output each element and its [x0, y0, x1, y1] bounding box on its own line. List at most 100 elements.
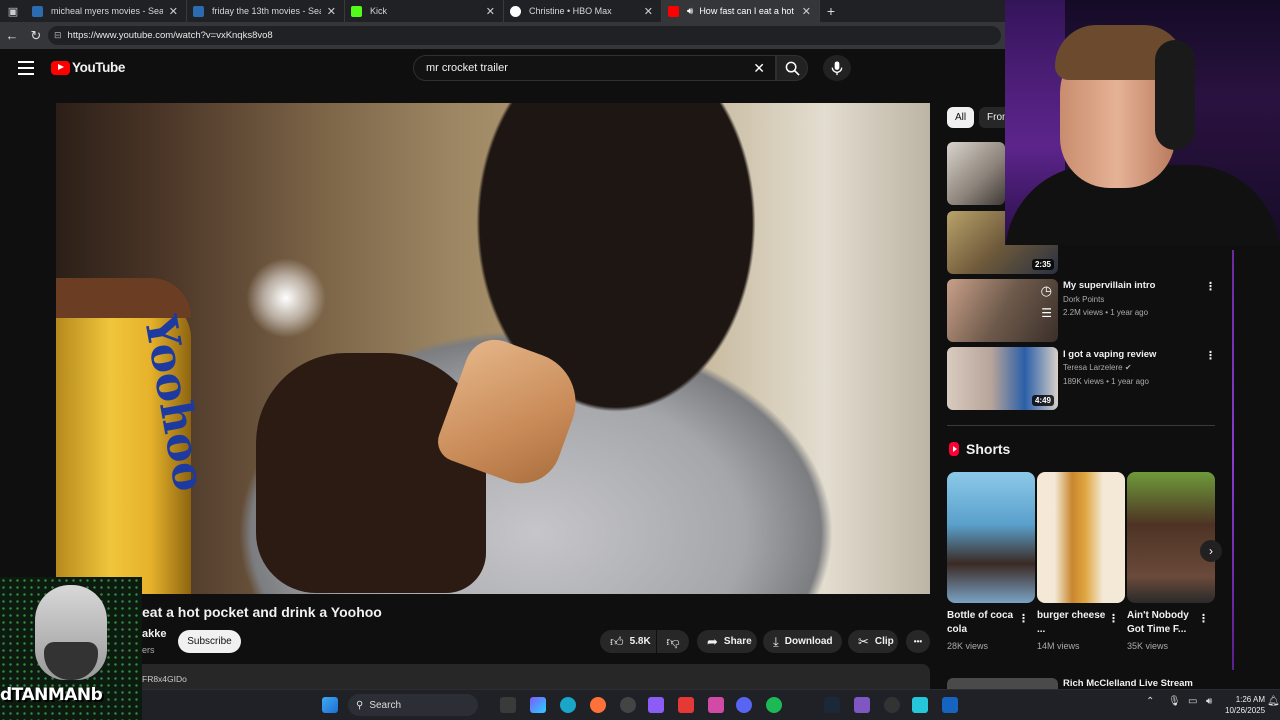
task-view-icon[interactable] — [500, 697, 516, 713]
video-can: Yoohoo — [56, 278, 215, 594]
short-title[interactable]: burger cheese ... — [1037, 609, 1109, 637]
related-thumbnail[interactable]: ◷ ☰ — [947, 279, 1058, 342]
microphone-icon[interactable]: 🎙︎ — [1168, 696, 1181, 707]
search-favicon-icon — [32, 5, 43, 17]
share-button[interactable]: ➦ Share — [697, 630, 757, 653]
edge-icon[interactable] — [560, 697, 576, 713]
close-tab-icon[interactable]: ✕ — [644, 5, 653, 18]
add-to-queue-icon[interactable]: ☰ — [1041, 306, 1052, 320]
site-info-icon[interactable]: ⊟ — [54, 30, 62, 41]
thumbs-up-icon: 👍︎ — [610, 633, 624, 649]
short-thumbnail[interactable] — [1037, 472, 1125, 603]
app-icon[interactable] — [854, 697, 870, 713]
steam-icon[interactable] — [824, 697, 840, 713]
notification-bell-icon[interactable]: 🔔︎ — [1267, 696, 1280, 707]
subscribe-button[interactable]: Subscribe — [178, 630, 241, 653]
related-thumbnail[interactable] — [947, 678, 1058, 689]
taskbar-search[interactable]: ⚲ Search — [348, 694, 478, 716]
speaker-icon[interactable]: 🔊︎ — [687, 6, 693, 17]
new-tab-button[interactable]: + — [820, 3, 842, 19]
search-placeholder: Search — [369, 699, 402, 711]
browser-tab[interactable]: Christine • HBO Max ✕ — [504, 0, 662, 22]
related-thumbnail[interactable] — [947, 142, 1005, 205]
menu-icon[interactable] — [18, 61, 34, 75]
browser-tab[interactable]: micheal myers movies - Search ✕ — [26, 0, 187, 22]
youtube-header: YouTube mr crocket trailer ✕ — [0, 49, 1005, 89]
related-thumbnail[interactable]: 4:49 — [947, 347, 1058, 410]
start-windows-icon[interactable] — [322, 697, 338, 713]
app-icon[interactable] — [912, 697, 928, 713]
tab-title: friday the 13th movies - Search — [212, 6, 321, 16]
related-title[interactable]: I got a vaping review — [1063, 349, 1156, 360]
obs-icon[interactable] — [620, 697, 636, 713]
like-button[interactable]: 👍︎ 5.8K — [600, 630, 656, 653]
spotify-icon[interactable] — [766, 697, 782, 713]
shorts-heading-text: Shorts — [966, 441, 1011, 457]
taskbar-clock[interactable]: 1:26 AM 10/26/2025 — [1225, 694, 1265, 716]
chip-all[interactable]: All — [947, 107, 975, 128]
tray-overflow-icon[interactable]: ⌃ — [1146, 696, 1154, 707]
shorts-icon — [949, 442, 959, 456]
search-input[interactable]: mr crocket trailer ✕ — [413, 55, 776, 81]
display-icon[interactable]: ▭ — [1188, 696, 1197, 707]
related-title[interactable]: My supervillain intro — [1063, 280, 1155, 291]
browser-tab[interactable]: Kick ✕ — [345, 0, 504, 22]
address-bar-row: ← ↻ ⊟ https://www.youtube.com/watch?v=vx… — [0, 22, 1005, 49]
copilot-icon[interactable] — [530, 697, 546, 713]
download-label: Download — [784, 636, 833, 647]
search-query-text: mr crocket trailer — [426, 62, 508, 74]
volume-icon[interactable]: 🔊︎ — [1206, 696, 1212, 707]
short-thumbnail[interactable] — [1127, 472, 1215, 603]
discord-icon[interactable] — [736, 697, 752, 713]
app-icon[interactable] — [884, 697, 900, 713]
more-actions-button[interactable]: ••• — [906, 630, 930, 653]
more-options-icon[interactable]: ⋮ — [1018, 612, 1029, 625]
thumbs-down-icon: 👎︎ — [666, 633, 680, 649]
chip-from[interactable]: From — [979, 107, 1005, 128]
app-icon[interactable] — [678, 697, 694, 713]
close-tab-icon[interactable]: ✕ — [169, 5, 178, 18]
more-options-icon[interactable]: ⋮ — [1108, 612, 1119, 625]
url-text: https://www.youtube.com/watch?v=vxKnqks8… — [67, 30, 273, 41]
close-tab-icon[interactable]: ✕ — [802, 5, 811, 18]
webcam-overlay — [1005, 0, 1280, 245]
more-options-icon[interactable]: ⋮ — [1198, 612, 1209, 625]
headset — [1155, 40, 1195, 150]
tab-actions-button[interactable]: ▣ — [0, 0, 26, 22]
browser-tab[interactable]: friday the 13th movies - Search ✕ — [187, 0, 345, 22]
fx-icon[interactable] — [942, 697, 958, 713]
clip-button[interactable]: ✂ Clip — [848, 630, 898, 653]
youtube-favicon-icon — [668, 5, 679, 17]
close-tab-icon[interactable]: ✕ — [486, 5, 495, 18]
close-tab-icon[interactable]: ✕ — [327, 5, 336, 18]
channel-name[interactable]: akke — [142, 628, 166, 640]
download-icon: ⤓ — [773, 633, 779, 649]
clear-search-icon[interactable]: ✕ — [753, 60, 765, 77]
url-field[interactable]: ⊟ https://www.youtube.com/watch?v=vxKnqk… — [48, 26, 1001, 45]
short-title[interactable]: Ain't Nobody Got Time F... — [1127, 609, 1199, 637]
short-thumbnail[interactable] — [947, 472, 1035, 603]
related-channel[interactable]: Teresa Larzelere ✔ — [1063, 363, 1132, 372]
shorts-next-button[interactable]: › — [1200, 540, 1222, 562]
related-title[interactable]: Rich McClelland Live Stream — [1063, 678, 1193, 689]
youtube-logo[interactable]: YouTube — [51, 60, 125, 75]
dislike-button[interactable]: 👎︎ — [657, 630, 689, 653]
more-options-icon[interactable]: ⋮ — [1205, 280, 1216, 293]
back-arrow-icon[interactable]: ← — [0, 22, 24, 49]
short-title[interactable]: Bottle of coca cola — [947, 609, 1019, 637]
browser-tab-active[interactable]: 🔊︎ How fast can I eat a hot pocket and d… — [662, 0, 820, 22]
itunes-icon[interactable] — [708, 697, 724, 713]
watch-later-icon[interactable]: ◷ — [1041, 283, 1052, 299]
verified-icon: ✔ — [1124, 363, 1132, 372]
video-player[interactable]: Yoohoo — [56, 103, 930, 594]
shorts-heading: Shorts — [949, 441, 1010, 457]
more-options-icon[interactable]: ⋮ — [1205, 349, 1216, 362]
short-views: 28K views — [947, 641, 989, 651]
voice-search-button[interactable] — [823, 55, 851, 81]
reload-icon[interactable]: ↻ — [24, 22, 48, 49]
app-icon[interactable] — [648, 697, 664, 713]
related-channel[interactable]: Dork Points — [1063, 295, 1104, 304]
search-button[interactable] — [776, 55, 808, 81]
firefox-icon[interactable] — [590, 697, 606, 713]
download-button[interactable]: ⤓ Download — [763, 630, 842, 653]
